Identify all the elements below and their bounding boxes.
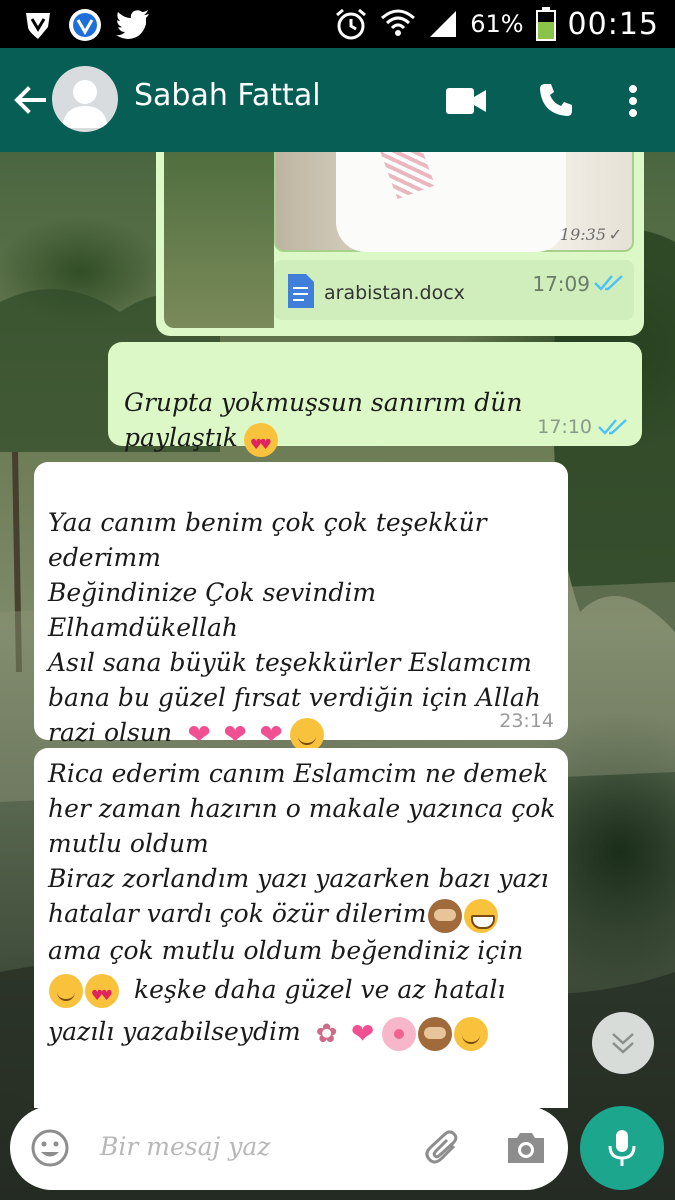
message-line: keşke daha güzel ve az hatalı: [48, 972, 560, 1014]
heart-eyes-emoji: [243, 422, 278, 463]
message-line: mutlu oldum: [48, 829, 209, 858]
smiling-face-emoji: [453, 1016, 488, 1051]
clock: 00:15: [567, 6, 659, 42]
smiling-face-emoji: [290, 717, 325, 752]
message-line: ama çok mutlu oldum beğendiniz için: [48, 935, 524, 965]
battery-icon: [535, 7, 556, 41]
image-time: 19:35: [559, 225, 606, 244]
double-check-icon: [594, 275, 623, 291]
message-bubble-outgoing[interactable]: Grupta yokmuşsun sanırım dün paylaştık 1…: [108, 342, 642, 463]
chat-header: Sabah Fattal: [0, 48, 675, 152]
grinning-face-emoji: [463, 898, 498, 933]
message-meta: 23:14: [499, 710, 554, 732]
chevron-down-icon: [612, 1033, 634, 1054]
battery-percent: 61%: [470, 10, 524, 38]
scroll-to-bottom-button[interactable]: [592, 1012, 654, 1074]
message-line-text: yazılı yazabilseydim: [48, 1017, 301, 1046]
signal-icon: [430, 11, 457, 37]
shirt-shape: [336, 152, 566, 252]
see-no-evil-monkey-emoji: [417, 1016, 452, 1051]
message-line: her zaman hazırın o makale yazınca çok: [48, 794, 556, 823]
message-line: Rica ederim canım Eslamcim ne demek: [48, 759, 549, 788]
message-text: Rica ederim canım Eslamcim ne demek her …: [48, 756, 560, 1051]
mic-button[interactable]: [580, 1106, 664, 1190]
message-meta: 17:10: [537, 416, 628, 438]
document-card[interactable]: arabistan.docx 17:09: [274, 260, 634, 320]
phone-icon[interactable]: [538, 82, 574, 118]
cherry-blossom-emoji: [381, 1016, 416, 1051]
message-line-text: keşke daha güzel ve az hatalı: [134, 974, 506, 1004]
message-line-text: hatalar vardı çok özür dilerim: [48, 899, 427, 928]
image-thumbnail[interactable]: 19:35 ✓: [274, 152, 634, 252]
see-no-evil-monkey-emoji: [427, 898, 462, 933]
video-call-icon[interactable]: [446, 88, 486, 114]
message-text-content: Grupta yokmuşsun sanırım dün paylaştık: [124, 388, 523, 452]
status-bar: 61% 00:15: [0, 0, 675, 48]
twitter-icon: [116, 10, 149, 39]
document-icon: [288, 274, 314, 308]
chat-wallpaper: 19:35 ✓ arabistan.docx 17:09 Grupta yokm…: [0, 152, 675, 1200]
emoji-icon[interactable]: [30, 1128, 70, 1168]
back-arrow-icon[interactable]: [12, 82, 48, 118]
image-thumbnail-left[interactable]: [164, 152, 274, 328]
contact-name[interactable]: Sabah Fattal: [134, 78, 321, 113]
message-time: 23:14: [499, 710, 554, 732]
mic-icon: [608, 1130, 636, 1166]
shield-icon: [26, 13, 50, 39]
avatar[interactable]: [52, 66, 118, 132]
heart-eyes-emoji: [85, 974, 119, 1014]
message-bubble-incoming[interactable]: Rica ederim canım Eslamcim ne demek her …: [34, 748, 568, 1108]
message-line: hatalar vardı çok özür dilerim: [48, 896, 560, 933]
message-text: Yaa canım benim çok çok teşekkür ederimm…: [48, 470, 558, 752]
message-text-content: Yaa canım benim çok çok teşekkür ederimm…: [48, 508, 541, 747]
vpn-icon: [69, 9, 101, 41]
message-input[interactable]: Bir mesaj yaz: [100, 1132, 270, 1161]
document-time: 17:09: [532, 272, 590, 296]
message-time: 17:10: [537, 416, 592, 438]
message-bubble-incoming[interactable]: Yaa canım benim çok çok teşekkür ederimm…: [34, 462, 568, 752]
message-text: Grupta yokmuşsun sanırım dün paylaştık: [124, 350, 604, 463]
double-check-icon: [598, 419, 627, 435]
smiling-face-emoji: [49, 974, 83, 1008]
document-name: arabistan.docx: [324, 282, 465, 304]
two-hearts-emoji: ❤: [187, 717, 211, 751]
message-composer[interactable]: Bir mesaj yaz: [10, 1106, 568, 1190]
attachment-bubble[interactable]: 19:35 ✓ arabistan.docx 17:09: [156, 152, 644, 336]
image-check-icon: ✓: [608, 225, 622, 244]
two-hearts-emoji: ❤: [350, 1016, 375, 1050]
message-line: Biraz zorlandım yazı yazarken bazı yazı: [48, 864, 549, 893]
wifi-icon: [381, 9, 416, 36]
bouquet-emoji: ✿: [315, 1018, 338, 1049]
two-hearts-emoji: ❤: [259, 717, 283, 751]
two-hearts-emoji: ❤: [223, 717, 247, 751]
more-vert-icon[interactable]: [628, 84, 638, 118]
message-line: yazılı yazabilseydim ✿ ❤: [48, 1014, 560, 1051]
attach-icon[interactable]: [424, 1128, 464, 1168]
camera-icon[interactable]: [506, 1130, 546, 1166]
alarm-icon: [336, 8, 367, 40]
